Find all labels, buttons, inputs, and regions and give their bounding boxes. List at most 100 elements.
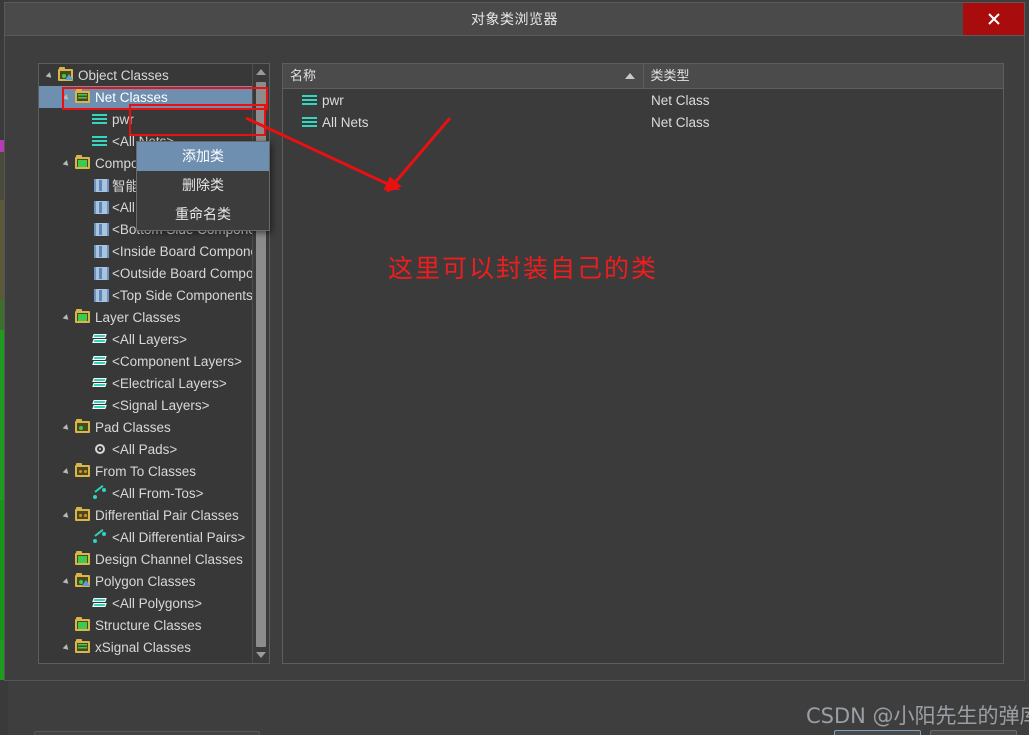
tree-item[interactable]: <All From-Tos>: [39, 482, 252, 504]
component-icon: [91, 177, 109, 193]
context-menu-item[interactable]: 添加类: [137, 142, 269, 171]
expand-collapse-icon[interactable]: [62, 416, 74, 438]
column-header-type[interactable]: 类类型: [644, 64, 1004, 88]
expand-collapse-icon[interactable]: [62, 636, 74, 658]
tree-item[interactable]: xSignal Classes: [39, 636, 252, 658]
tree-item-label: Object Classes: [78, 67, 169, 83]
object-class-browser-dialog: 对象类浏览器 Object Classes Net Classes pwr <All …: [0, 0, 1029, 735]
column-header-name-label: 名称: [290, 68, 317, 83]
tree-item[interactable]: From To Classes: [39, 460, 252, 482]
net-icon: [91, 111, 109, 127]
table-cell-name: All Nets: [283, 114, 644, 130]
component-icon: [91, 221, 109, 237]
tree-item-label: Pad Classes: [95, 419, 171, 435]
folder-layers-icon: [74, 309, 92, 325]
tree-item-label: Layer Classes: [95, 309, 181, 325]
expand-collapse-icon[interactable]: [62, 570, 74, 592]
component-icon: [91, 287, 109, 303]
tree-item[interactable]: Polygon Classes: [39, 570, 252, 592]
folder-fromto-icon: [74, 463, 92, 479]
tree-item[interactable]: <All Pads>: [39, 438, 252, 460]
tree-item-label: <All From-Tos>: [112, 485, 204, 501]
fromto-icon: [91, 529, 109, 545]
table-cell-type: Net Class: [651, 114, 710, 130]
tree-item-label: <Inside Board Components>: [112, 243, 252, 259]
tree-item[interactable]: <All Polygons>: [39, 592, 252, 614]
layers-icon: [91, 353, 109, 369]
table-row[interactable]: pwr Net Class: [283, 89, 1003, 111]
net-icon: [91, 133, 109, 149]
tree-item[interactable]: pwr: [39, 108, 252, 130]
context-menu-item[interactable]: 重命名类: [137, 200, 269, 229]
tree-item-label: <All Pads>: [112, 441, 178, 457]
cancel-button[interactable]: 取消: [930, 730, 1017, 735]
table-row[interactable]: All Nets Net Class: [283, 111, 1003, 133]
expand-collapse-icon[interactable]: [62, 460, 74, 482]
tree-item[interactable]: Pad Classes: [39, 416, 252, 438]
tree-item[interactable]: Net Classes: [39, 86, 252, 108]
context-menu-item[interactable]: 删除类: [137, 171, 269, 200]
tree-item-label: Polygon Classes: [95, 573, 196, 589]
tree-item[interactable]: Structure Classes: [39, 614, 252, 636]
expand-collapse-icon[interactable]: [62, 306, 74, 328]
dialog-content: Object ClassesNet Classespwr<All Nets>Co…: [4, 36, 1025, 735]
expand-collapse-icon[interactable]: [62, 86, 74, 108]
tree-item[interactable]: Layer Classes: [39, 306, 252, 328]
annotation-note-text: 这里可以封装自己的类: [388, 255, 659, 283]
tree-item-label: xSignal Classes: [95, 639, 192, 655]
tree-item[interactable]: <Component Layers>: [39, 350, 252, 372]
layers-icon: [91, 595, 109, 611]
layers-icon: [91, 331, 109, 347]
tree-item[interactable]: <Electrical Layers>: [39, 372, 252, 394]
layers-icon: [91, 375, 109, 391]
sort-ascending-icon: [624, 73, 635, 79]
scroll-up-icon[interactable]: [253, 64, 269, 80]
tree-item[interactable]: <Signal Layers>: [39, 394, 252, 416]
table-cell-type: Net Class: [651, 92, 710, 108]
class-list-panel: 名称 类类型 pwr Net Class All Nets Net Class: [282, 63, 1004, 664]
tree-item[interactable]: Design Channel Classes: [39, 548, 252, 570]
folder-diffpair-icon: [74, 507, 92, 523]
close-button[interactable]: [963, 3, 1024, 35]
tree-item[interactable]: <All Layers>: [39, 328, 252, 350]
tree-item-label: Design Channel Classes: [95, 551, 243, 567]
tree-item-label: Differential Pair Classes: [95, 507, 239, 523]
tree-item-label: <All Differential Pairs>: [112, 529, 246, 545]
expand-collapse-icon[interactable]: [62, 504, 74, 526]
tree-item[interactable]: <Outside Board Components>: [39, 262, 252, 284]
component-class-generator-button[interactable]: 元件类生成器 (G)...: [34, 731, 260, 735]
expand-collapse-icon[interactable]: [62, 152, 74, 174]
column-header-name[interactable]: 名称: [283, 64, 644, 88]
net-icon: [301, 92, 319, 108]
tree-item[interactable]: <Inside Board Components>: [39, 240, 252, 262]
tree-item[interactable]: Object Classes: [39, 64, 252, 86]
component-icon: [91, 243, 109, 259]
scroll-down-icon[interactable]: [253, 647, 269, 663]
tree-item[interactable]: Differential Pair Classes: [39, 504, 252, 526]
tree-item[interactable]: <Top Side Components>: [39, 284, 252, 306]
fromto-icon: [91, 485, 109, 501]
folder-net-icon: [74, 89, 92, 105]
table-cell-name-label: pwr: [322, 92, 344, 108]
expand-collapse-icon[interactable]: [45, 64, 57, 86]
pad-icon: [91, 441, 109, 457]
tree-item-label: Structure Classes: [95, 617, 202, 633]
component-icon: [91, 199, 109, 215]
component-icon: [91, 265, 109, 281]
window-title: 对象类浏览器: [471, 11, 558, 27]
layers-icon: [91, 397, 109, 413]
ok-button[interactable]: 确定: [834, 730, 921, 735]
tree-item[interactable]: <All Differential Pairs>: [39, 526, 252, 548]
folder-pad-icon: [74, 419, 92, 435]
